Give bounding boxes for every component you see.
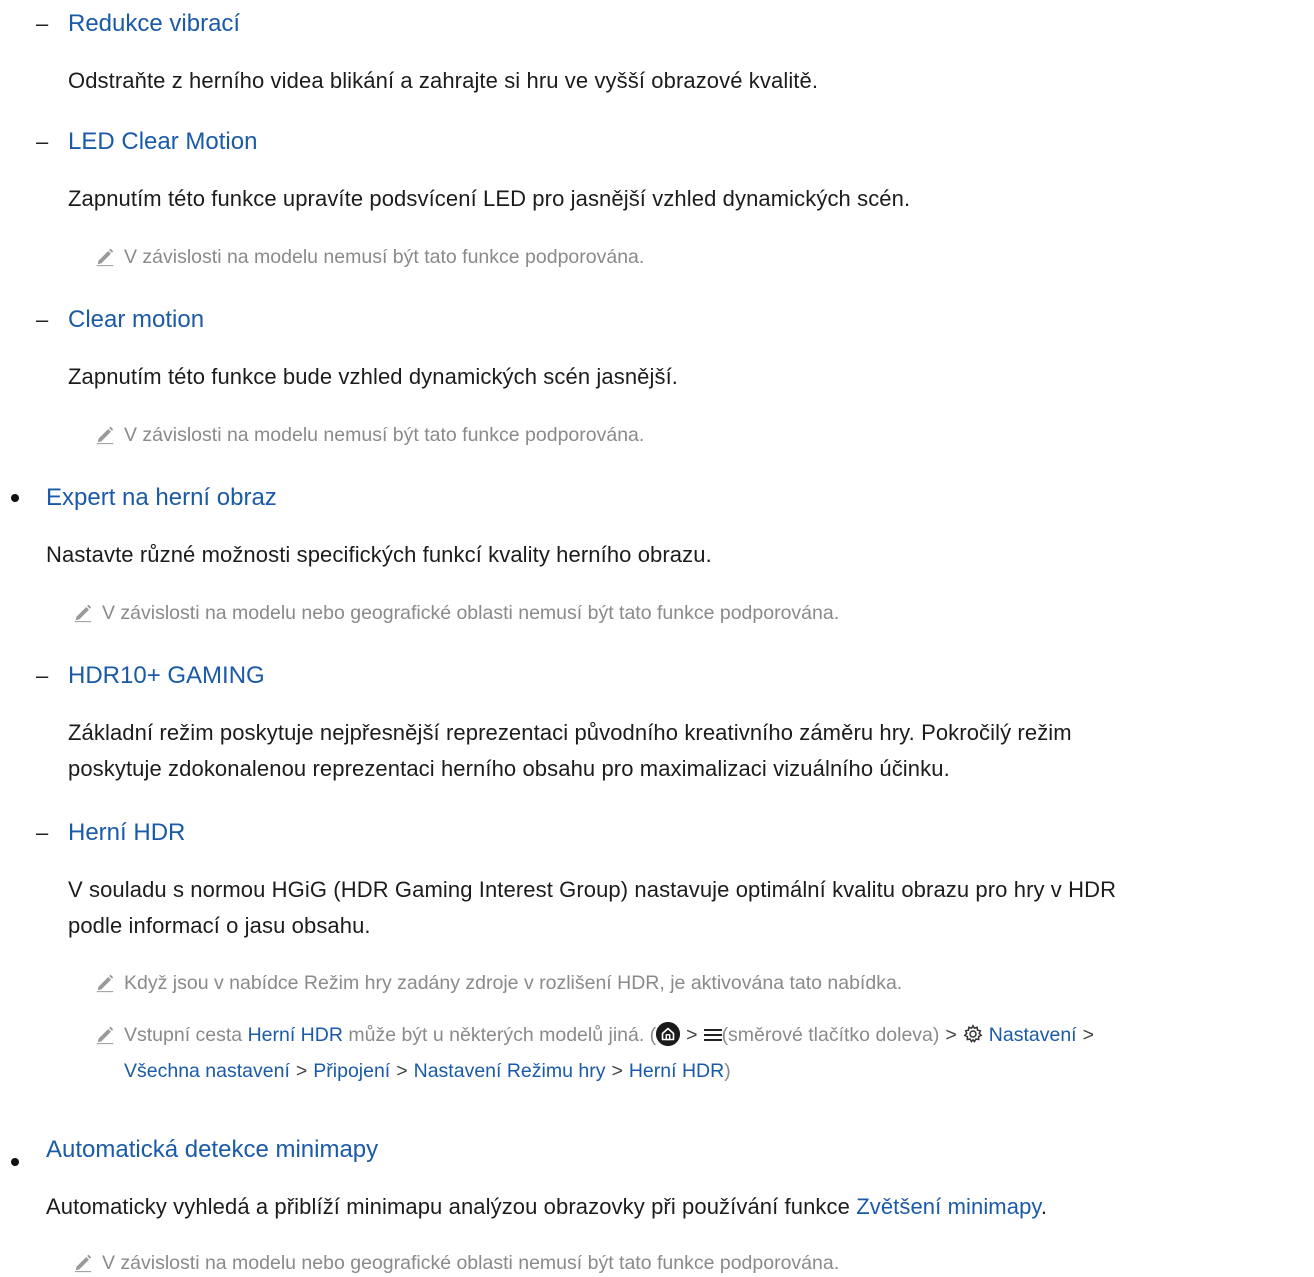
close-paren: ) [724, 1060, 731, 1082]
redukce-desc: Odstraňte z herního videa blikání a zahr… [68, 68, 819, 93]
minimap-desc-text: Automaticky vyhledá a přiblíží minimapu … [46, 1194, 857, 1219]
clear-motion-desc: Zapnutím této funkce bude vzhled dynamic… [68, 364, 678, 389]
chevron-right-icon: > [611, 1060, 623, 1082]
all-settings-link[interactable]: Všechna nastavení [124, 1060, 290, 1082]
expert-heading: Expert na herní obraz [46, 484, 277, 511]
pencil-note-icon [72, 1251, 94, 1273]
redukce-heading: Redukce vibrací [68, 10, 241, 37]
pencil-note-icon [94, 423, 116, 445]
settings-link[interactable]: Nastavení [983, 1024, 1077, 1046]
chevron-right-icon: > [945, 1024, 957, 1047]
hdr10-desc-line2: poskytuje zdokonalenou reprezentaci hern… [68, 756, 950, 781]
minimap-desc: Automaticky vyhledá a přiblíží minimapu … [46, 1194, 1047, 1220]
minimap-note: V závislosti na modelu nebo geografické … [102, 1252, 840, 1274]
minimap-heading: Automatická detekce minimapy [46, 1136, 379, 1163]
expert-note: V závislosti na modelu nebo geografické … [102, 602, 840, 624]
herni-hdr-heading: Herní HDR [68, 819, 186, 846]
chevron-right-icon: > [686, 1024, 698, 1047]
clear-motion-note: V závislosti na modelu nemusí být tato f… [124, 424, 645, 446]
document-page: – Redukce vibrací Odstraňte z herního vi… [0, 0, 1314, 1277]
bullet-marker [11, 1158, 19, 1166]
chevron-right-icon: > [295, 1060, 308, 1082]
pencil-note-icon [94, 971, 116, 993]
bullet-marker [11, 494, 19, 502]
menu-direction-text: (směrové tlačítko doleva) [721, 1024, 940, 1047]
dash-marker: – [36, 11, 49, 36]
chevron-right-icon: > [1082, 1024, 1094, 1047]
dash-marker: – [36, 820, 49, 845]
pencil-note-icon [94, 245, 116, 267]
chevron-right-icon: > [396, 1060, 408, 1082]
note-text: může být u některých modelů jiná. ( [342, 1024, 657, 1047]
herni-hdr-desc-line2: podle informací o jasu obsahu. [68, 913, 371, 938]
herni-hdr-desc-line1: V souladu s normou HGiG (HDR Gaming Inte… [68, 877, 1117, 902]
gear-icon [963, 1024, 983, 1043]
expert-desc: Nastavte různé možnosti specifických fun… [46, 542, 712, 567]
connection-link[interactable]: Připojení [313, 1060, 390, 1082]
home-icon [656, 1022, 681, 1046]
minimap-zoom-link[interactable]: Zvětšení minimapy [856, 1194, 1041, 1219]
herni-hdr-note2-line2: Všechna nastavení > Připojení > Nastavení Re… [124, 1060, 731, 1083]
pencil-note-icon [72, 601, 94, 623]
game-mode-settings-link[interactable]: Nastavení Režimu hry [414, 1060, 606, 1082]
herni-hdr-end-link[interactable]: Herní HDR [629, 1060, 724, 1082]
herni-hdr-note2-line1: Vstupní cesta Herní HDR může být u někte… [124, 1022, 1100, 1048]
led-note: V závislosti na modelu nemusí být tato f… [124, 246, 645, 268]
hdr10-heading: HDR10+ GAMING [68, 662, 265, 689]
dash-marker: – [36, 307, 49, 332]
minimap-desc-end: . [1040, 1194, 1048, 1219]
pencil-note-icon [94, 1023, 116, 1045]
herni-hdr-link[interactable]: Herní HDR [248, 1024, 343, 1046]
dash-marker: – [36, 663, 49, 688]
hdr10-desc-line1: Základní režim poskytuje nejpřesnější re… [68, 720, 1072, 745]
clear-motion-heading: Clear motion [68, 306, 205, 333]
led-desc: Zapnutím této funkce upravíte podsvícení… [68, 186, 911, 211]
menu-icon [703, 1029, 722, 1041]
herni-hdr-note1: Když jsou v nabídce Režim hry zadány zdr… [124, 972, 903, 994]
led-heading: LED Clear Motion [68, 128, 258, 155]
dash-marker: – [36, 129, 49, 154]
note-text: Vstupní cesta [124, 1024, 248, 1047]
